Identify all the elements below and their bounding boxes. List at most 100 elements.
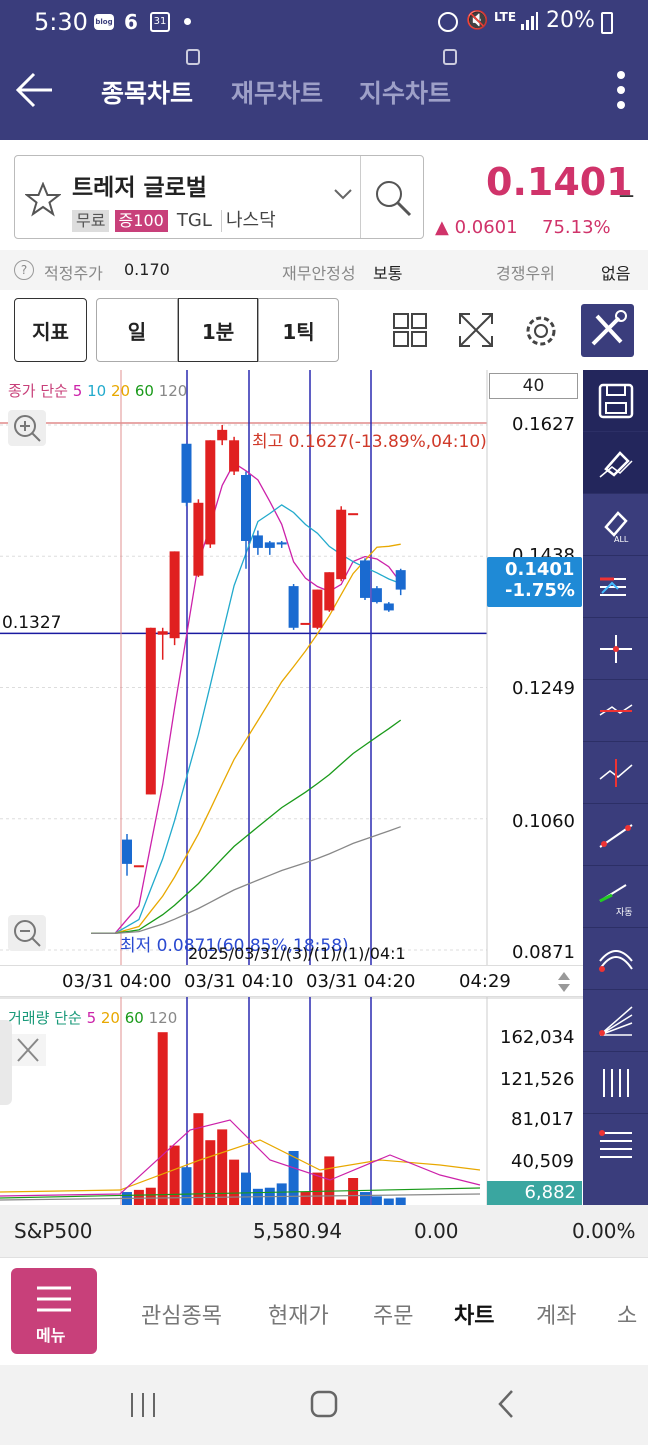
chevron-down-icon[interactable]	[333, 186, 353, 200]
candle-body	[348, 513, 359, 516]
mute-icon: 🔇	[466, 10, 489, 31]
eraser-icon[interactable]	[583, 432, 648, 494]
trend-line-icon[interactable]	[583, 804, 648, 866]
index-change: 0.00	[414, 1219, 459, 1243]
stability-value: 보통	[373, 264, 403, 283]
candle-body	[122, 839, 132, 864]
nav-chart[interactable]: 차트	[454, 1298, 494, 1330]
candle-body	[336, 509, 347, 580]
volume-bar	[276, 1183, 287, 1205]
status-time: 5:30	[34, 8, 88, 36]
ma-line	[91, 543, 401, 934]
app-header: 종목차트 재무차트 지수차트	[0, 44, 648, 140]
candle-body	[241, 475, 251, 541]
badge-ticker: TGL	[176, 210, 212, 231]
horizontal-line-icon[interactable]	[583, 680, 648, 742]
volume-current-tag: 6,882	[487, 1181, 582, 1205]
grid-layout-icon[interactable]	[392, 312, 428, 348]
candle-body	[181, 443, 192, 503]
arc-icon[interactable]	[583, 928, 648, 990]
eraser-all-icon[interactable]: ALL	[583, 494, 648, 556]
recent-apps-icon[interactable]	[128, 1391, 158, 1419]
gear-icon[interactable]	[522, 312, 560, 350]
index-ticker-bar[interactable]: S&P500 5,580.94 0.00 0.00%	[0, 1205, 648, 1257]
blog-icon: blog	[94, 14, 114, 30]
vol-ma-5-label: 5	[86, 1009, 97, 1027]
y-tick: 0.1627	[512, 414, 575, 435]
x-tick: 04:29	[459, 971, 511, 992]
vertical-line-icon[interactable]	[583, 742, 648, 804]
badge-margin: 증100	[114, 210, 168, 232]
auto-trend-icon[interactable]: 자동	[583, 866, 648, 928]
candle-body	[264, 542, 275, 548]
period-1tick-button[interactable]: 1틱	[258, 298, 339, 362]
close-icon[interactable]	[10, 1034, 46, 1066]
candle-body	[395, 570, 406, 590]
ma-60-label: 60	[134, 382, 154, 400]
candle-body	[371, 588, 382, 603]
volume-bar	[181, 1167, 192, 1205]
tab-stock-chart[interactable]: 종목차트	[101, 74, 193, 110]
ma-10-label: 10	[87, 382, 107, 400]
vertical-grid-icon[interactable]	[583, 1052, 648, 1114]
stock-name: 트레저 글로벌	[72, 175, 207, 201]
help-icon[interactable]: ?	[14, 260, 34, 280]
vol-ma-60-label: 60	[124, 1009, 144, 1027]
favorite-star-icon[interactable]	[24, 181, 62, 218]
side-drawer-handle[interactable]	[0, 1020, 12, 1105]
candle-body	[360, 560, 370, 598]
tab-index-chart[interactable]: 지수차트	[359, 74, 451, 110]
zoom-out-icon[interactable]	[8, 915, 46, 951]
period-day-button[interactable]: 일	[96, 298, 178, 362]
nav-watchlist[interactable]: 관심종목	[141, 1298, 222, 1330]
back-nav-icon[interactable]	[496, 1389, 516, 1419]
back-arrow-icon[interactable]	[15, 70, 56, 110]
period-1min-button[interactable]: 1분	[178, 298, 258, 362]
ma-line	[91, 826, 401, 934]
count-box[interactable]: 40	[489, 373, 578, 399]
signal-icon	[520, 12, 538, 30]
volume-bar	[157, 1032, 168, 1205]
horizontal-grid-icon[interactable]	[583, 1114, 648, 1176]
price-chart[interactable]	[0, 370, 583, 1205]
volume-bar	[229, 1159, 240, 1205]
save-icon[interactable]	[583, 370, 648, 432]
nav-account[interactable]: 계좌	[536, 1298, 576, 1330]
volume-tick: 162,034	[500, 1027, 575, 1048]
stock-selector[interactable]: 트레저 글로벌 무료 증100 TGL 나스닥	[14, 155, 424, 239]
x-axis-scroll-icon[interactable]	[556, 970, 572, 994]
stock-badges: 무료 증100 TGL 나스닥	[72, 210, 280, 232]
cross-line-icon[interactable]	[583, 618, 648, 680]
menu-button[interactable]: 메뉴	[11, 1268, 97, 1354]
candle-body	[383, 603, 394, 611]
home-icon[interactable]	[310, 1389, 338, 1419]
index-name: S&P500	[14, 1219, 93, 1243]
index-value: 5,580.94	[253, 1219, 343, 1243]
battery-percent: 20%	[546, 8, 595, 33]
ma-120-label: 120	[158, 382, 188, 400]
indicator-button[interactable]: 지표	[14, 298, 87, 362]
more-menu-icon[interactable]	[616, 70, 626, 110]
volume-legend: 거래량 단순 5 20 60 120	[8, 1007, 177, 1028]
alarm-icon	[438, 12, 458, 32]
status-bar: 5:30 blog 6 31 🔇 LTE 20%	[0, 0, 648, 44]
nav-order[interactable]: 주문	[373, 1298, 413, 1330]
candle-body	[145, 627, 156, 795]
ma-5-label: 5	[72, 382, 83, 400]
candle-body	[252, 535, 263, 548]
fan-lines-icon[interactable]	[583, 990, 648, 1052]
search-icon[interactable]	[373, 178, 413, 218]
candle-body	[312, 589, 323, 628]
expand-icon[interactable]	[456, 310, 496, 350]
candle-body	[205, 440, 216, 545]
fair-price-label: 적정주가	[44, 264, 103, 283]
nav-current-price[interactable]: 현재가	[268, 1298, 329, 1330]
divider	[360, 156, 361, 238]
hcl-lines-icon[interactable]	[583, 556, 648, 618]
nav-more[interactable]: 소	[617, 1298, 637, 1330]
volume-bar	[300, 1192, 311, 1205]
tab-financial-chart[interactable]: 재무차트	[231, 74, 323, 110]
tools-icon[interactable]	[581, 304, 634, 357]
zoom-in-icon[interactable]	[8, 410, 46, 446]
vol-ma-120-label: 120	[148, 1009, 178, 1027]
